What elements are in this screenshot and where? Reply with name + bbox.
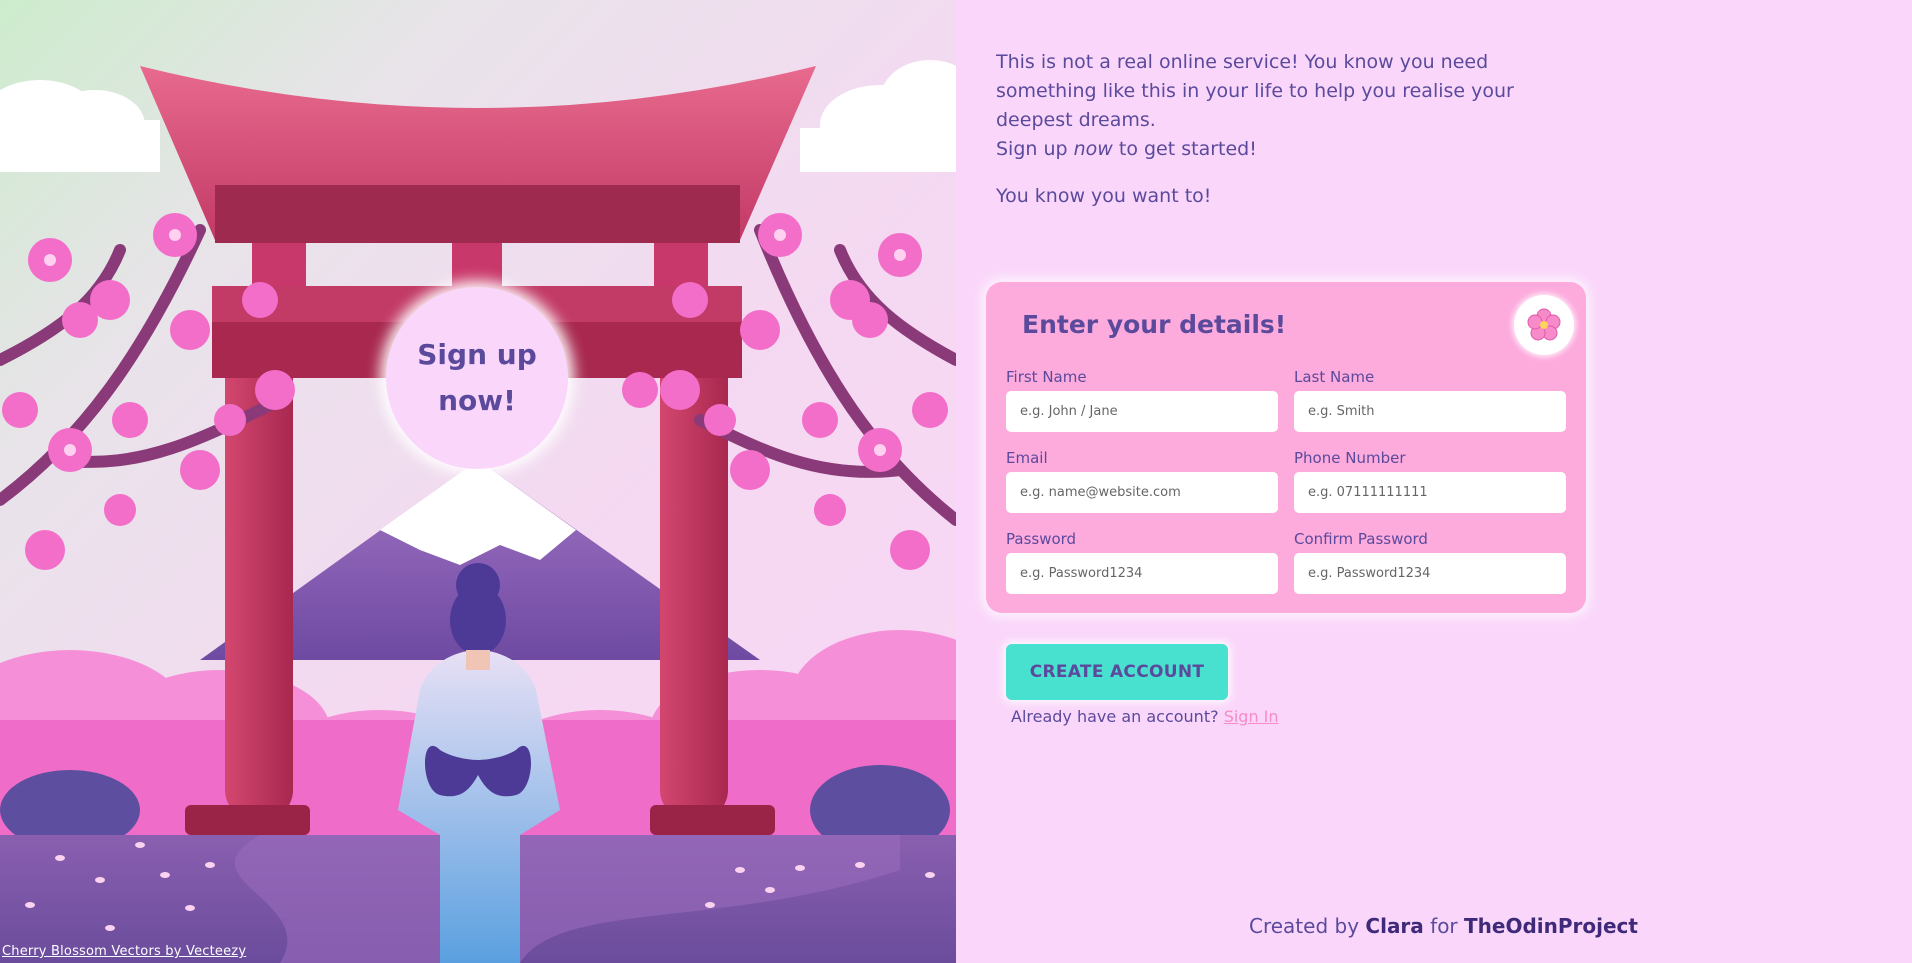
intro-line-2-after: to get started! (1112, 138, 1257, 160)
email-input[interactable] (1006, 472, 1278, 513)
intro-line-2-before: Sign up (996, 138, 1074, 160)
password-field-group: Password (1006, 530, 1278, 594)
confirm-password-label: Confirm Password (1294, 530, 1428, 548)
first-name-input[interactable] (1006, 391, 1278, 432)
sign-in-link[interactable]: Sign In (1224, 707, 1279, 726)
form-title: Enter your details! (1022, 310, 1287, 339)
vecteezy-credit-link[interactable]: Cherry Blossom Vectors by Vecteezy (2, 944, 246, 959)
footer-author: Clara (1365, 914, 1424, 938)
footer-credit: Created by Clara for TheOdinProject (1249, 914, 1638, 938)
footer-created-by: Created by (1249, 914, 1360, 938)
intro-line-2: Sign up now to get started! (996, 135, 1516, 164)
hero-illustration: Sign up now! Cherry Blossom Vectors by V… (0, 0, 956, 963)
password-input[interactable] (1006, 553, 1278, 594)
password-label: Password (1006, 530, 1077, 548)
email-field-group: Email (1006, 449, 1278, 513)
first-name-label: First Name (1006, 368, 1087, 386)
email-label: Email (1006, 449, 1048, 467)
cherry-blossom-badge (1514, 295, 1574, 355)
last-name-label: Last Name (1294, 368, 1375, 386)
intro-line-1: This is not a real online service! You k… (996, 51, 1514, 131)
torii-gate-scene (0, 60, 956, 963)
signin-row: Already have an account? Sign In (1011, 707, 1279, 726)
first-name-field-group: First Name (1006, 368, 1278, 432)
confirm-password-input[interactable] (1294, 553, 1566, 594)
last-name-input[interactable] (1294, 391, 1566, 432)
phone-input[interactable] (1294, 472, 1566, 513)
phone-label: Phone Number (1294, 449, 1406, 467)
create-account-button[interactable]: CREATE ACCOUNT (1006, 644, 1228, 700)
signin-prompt: Already have an account? (1011, 707, 1219, 726)
intro-line-2-emphasis: now (1073, 138, 1113, 160)
phone-field-group: Phone Number (1294, 449, 1566, 513)
cherry-blossom-icon (1527, 308, 1561, 341)
intro-line-3: You know you want to! (996, 185, 1212, 207)
confirm-password-field-group: Confirm Password (1294, 530, 1566, 594)
last-name-field-group: Last Name (1294, 368, 1566, 432)
sign-up-now-text: Sign up now! (417, 338, 537, 417)
footer-for: for (1430, 914, 1458, 938)
sign-up-now-circle: Sign up now! (386, 287, 568, 469)
footer-org: TheOdinProject (1464, 914, 1638, 938)
signup-form-card: Enter your details! First Name Last Name… (986, 282, 1586, 613)
intro-text: This is not a real online service! You k… (996, 48, 1516, 211)
